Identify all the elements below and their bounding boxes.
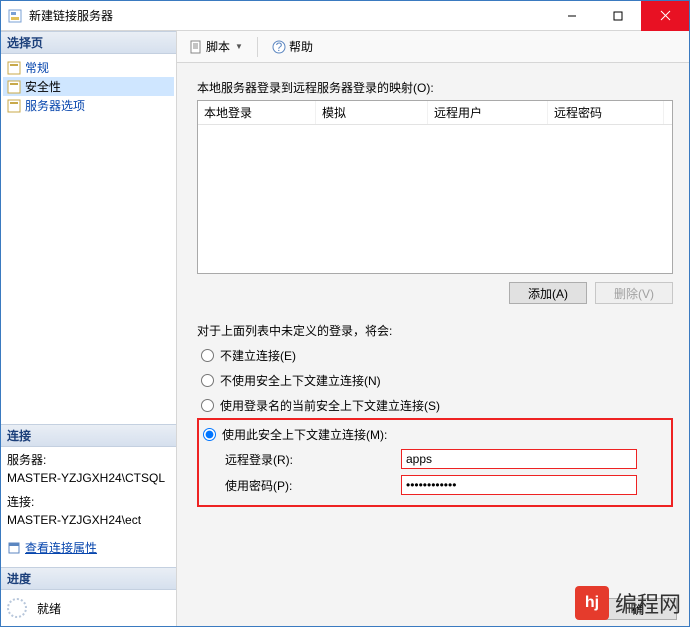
minimize-button[interactable] [549,1,595,31]
page-item-general[interactable]: 常规 [3,58,174,77]
page-icon [7,61,21,75]
script-label: 脚本 [206,38,230,55]
titlebar: 新建链接服务器 [1,1,689,31]
help-label: 帮助 [289,38,313,55]
radio-input[interactable] [201,399,214,412]
password-label: 使用密码(P): [207,477,401,494]
mapping-label: 本地服务器登录到远程服务器登录的映射(O): [197,79,675,96]
remote-login-row: 远程登录(R): [207,449,663,469]
watermark-logo: hj [575,586,609,620]
connection-label: 连接: [7,493,170,511]
toolbar-separator [257,37,258,57]
radio-label: 使用此安全上下文建立连接(M): [222,426,387,443]
options-label: 对于上面列表中未定义的登录，将会: [197,322,675,339]
page-label: 安全性 [25,78,61,95]
radio-label: 使用登录名的当前安全上下文建立连接(S) [220,397,440,414]
progress-header: 进度 [1,567,176,590]
password-row: 使用密码(P): [207,475,663,495]
script-icon [189,40,203,54]
svg-text:?: ? [276,40,283,54]
add-button[interactable]: 添加(A) [509,282,587,304]
radio-this-context[interactable]: 使用此安全上下文建立连接(M): [203,426,663,443]
radio-current-context[interactable]: 使用登录名的当前安全上下文建立连接(S) [201,397,675,414]
body: 选择页 常规 安全性 服务器选项 连接 服务器: MASTER [1,31,689,626]
watermark: hj 编程网 [575,586,681,620]
radio-no-connect[interactable]: 不建立连接(E) [201,347,675,364]
help-icon: ? [272,40,286,54]
security-context-frame: 使用此安全上下文建立连接(M): 远程登录(R): 使用密码(P): [197,418,673,507]
toolbar: 脚本 ▼ ? 帮助 [177,31,689,63]
properties-icon [7,541,21,555]
watermark-text: 编程网 [615,587,681,619]
page-icon [7,99,21,113]
app-icon [7,8,23,24]
view-connection-link[interactable]: 查看连接属性 [25,539,97,557]
radio-label: 不使用安全上下文建立连接(N) [220,372,381,389]
view-connection-properties[interactable]: 查看连接属性 [7,539,170,557]
grid-header: 本地登录 模拟 远程用户 远程密码 [198,101,672,125]
left-panel: 选择页 常规 安全性 服务器选项 连接 服务器: MASTER [1,31,177,626]
grid-col-local: 本地登录 [198,101,316,124]
close-button[interactable] [641,1,689,31]
right-panel: 脚本 ▼ ? 帮助 本地服务器登录到远程服务器登录的映射(O): 本地登录 模拟… [177,31,689,626]
grid-col-impersonate: 模拟 [316,101,428,124]
server-value: MASTER-YZJGXH24\CTSQL [7,469,170,487]
progress-block: 就绪 [1,590,176,626]
radio-label: 不建立连接(E) [220,347,296,364]
page-icon [7,80,21,94]
grid-col-remoteuser: 远程用户 [428,101,548,124]
password-input[interactable] [401,475,637,495]
radio-no-security-context[interactable]: 不使用安全上下文建立连接(N) [201,372,675,389]
select-page-header: 选择页 [1,31,176,54]
content-area: 本地服务器登录到远程服务器登录的映射(O): 本地登录 模拟 远程用户 远程密码… [177,63,689,626]
mapping-grid[interactable]: 本地登录 模拟 远程用户 远程密码 [197,100,673,274]
page-label: 常规 [25,59,49,76]
radio-input[interactable] [201,374,214,387]
remote-login-label: 远程登录(R): [207,451,401,468]
dropdown-icon: ▼ [235,42,243,51]
radio-input[interactable] [201,349,214,362]
page-item-serveroptions[interactable]: 服务器选项 [3,96,174,115]
grid-col-remotepwd: 远程密码 [548,101,664,124]
delete-button: 删除(V) [595,282,673,304]
script-button[interactable]: 脚本 ▼ [185,36,247,57]
server-label: 服务器: [7,451,170,469]
grid-buttons: 添加(A) 删除(V) [197,282,673,304]
page-item-security[interactable]: 安全性 [3,77,174,96]
page-list: 常规 安全性 服务器选项 [1,54,176,125]
dialog-window: 新建链接服务器 选择页 常规 安全性 服务器选项 [0,0,690,627]
remote-login-input[interactable] [401,449,637,469]
help-button[interactable]: ? 帮助 [268,36,317,57]
window-title: 新建链接服务器 [29,7,549,24]
connection-value: MASTER-YZJGXH24\ect [7,511,170,529]
maximize-button[interactable] [595,1,641,31]
progress-spinner-icon [7,598,27,618]
page-label: 服务器选项 [25,97,85,114]
radio-input[interactable] [203,428,216,441]
progress-status: 就绪 [37,600,61,617]
connection-info: 服务器: MASTER-YZJGXH24\CTSQL 连接: MASTER-YZ… [1,447,176,567]
connection-header: 连接 [1,424,176,447]
